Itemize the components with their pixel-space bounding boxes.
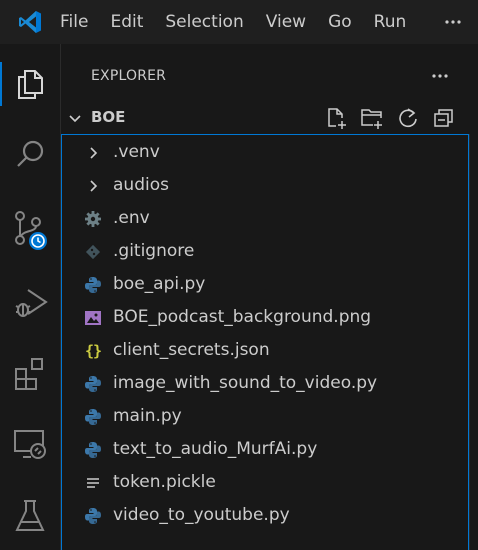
activity-explorer[interactable] [0, 56, 60, 112]
extensions-icon [15, 358, 43, 390]
refresh-button[interactable] [394, 104, 422, 132]
python-icon [84, 276, 102, 294]
explorer-sidebar: EXPLORER BOE .venv audios .env .gitignor… [61, 44, 478, 550]
tree-file-boe-api[interactable]: boe_api.py [62, 268, 468, 301]
python-icon [84, 441, 102, 459]
tree-item-label: main.py [113, 406, 182, 426]
menu-view[interactable]: View [255, 0, 317, 44]
tree-file-env[interactable]: .env [62, 202, 468, 235]
tree-item-label: client_secrets.json [113, 340, 270, 360]
tree-item-label: .env [113, 208, 150, 228]
refresh-icon [399, 108, 417, 128]
folder-header[interactable]: BOE [61, 104, 478, 132]
activity-bar [0, 44, 61, 550]
tree-item-label: .venv [113, 142, 160, 162]
activity-source-control[interactable] [0, 200, 60, 256]
ellipsis-icon [445, 20, 461, 24]
vscode-logo-icon [0, 0, 60, 44]
explorer-more-button[interactable] [426, 62, 454, 90]
collapse-all-button[interactable] [430, 104, 458, 132]
text-file-icon [84, 474, 102, 492]
tree-file-gitignore[interactable]: .gitignore [62, 235, 468, 268]
tree-item-label: boe_api.py [113, 274, 206, 294]
activity-testing[interactable] [0, 488, 60, 544]
menu-file[interactable]: File [60, 0, 99, 44]
new-folder-icon [361, 109, 382, 129]
menu-selection[interactable]: Selection [154, 0, 254, 44]
python-icon [84, 507, 102, 525]
beaker-icon [15, 500, 45, 531]
menu-bar: File Edit Selection View Go Run [60, 0, 417, 44]
menu-edit[interactable]: Edit [99, 0, 154, 44]
activity-remote-explorer[interactable] [0, 416, 60, 472]
python-icon [84, 375, 102, 393]
tree-item-label: BOE_podcast_background.png [113, 307, 372, 327]
collapse-all-icon [434, 109, 453, 127]
json-icon: {} [84, 342, 102, 360]
tree-file-main[interactable]: main.py [62, 400, 468, 433]
tree-folder-venv[interactable]: .venv [62, 136, 468, 169]
ellipsis-icon [432, 74, 448, 78]
explorer-header: EXPLORER [61, 62, 478, 90]
title-bar: File Edit Selection View Go Run [0, 0, 478, 44]
tree-item-label: token.pickle [113, 472, 216, 492]
image-icon [84, 309, 102, 327]
chevron-right-icon [84, 177, 102, 195]
tree-file-token-pickle[interactable]: token.pickle [62, 466, 468, 499]
activity-search[interactable] [0, 126, 60, 182]
folder-name: BOE [91, 108, 126, 126]
activity-extensions[interactable] [0, 346, 60, 402]
menu-go[interactable]: Go [317, 0, 363, 44]
new-folder-button[interactable] [358, 104, 386, 132]
git-icon [84, 243, 102, 261]
tree-item-label: text_to_audio_MurfAi.py [113, 439, 318, 459]
menu-run[interactable]: Run [363, 0, 418, 44]
sidebar-scroll-edge [469, 134, 470, 550]
file-tree: .venv audios .env .gitignore boe_api.py … [61, 134, 469, 550]
gear-icon [84, 210, 102, 228]
run-debug-icon [15, 289, 48, 317]
tree-item-label: image_with_sound_to_video.py [113, 373, 378, 393]
new-file-button[interactable] [322, 104, 350, 132]
tree-item-label: video_to_youtube.py [113, 505, 290, 525]
search-icon [17, 140, 44, 167]
menu-more-button[interactable] [440, 0, 466, 44]
tree-folder-audios[interactable]: audios [62, 169, 468, 202]
tree-item-label: audios [113, 175, 169, 195]
tree-item-label: .gitignore [113, 241, 195, 261]
files-icon [18, 70, 43, 99]
new-file-icon [328, 108, 346, 129]
tree-file-video-to-youtube[interactable]: video_to_youtube.py [62, 499, 468, 532]
chevron-down-icon [69, 115, 81, 123]
tree-file-text-to-audio[interactable]: text_to_audio_MurfAi.py [62, 433, 468, 466]
remote-explorer-icon [14, 430, 46, 459]
folder-actions [322, 104, 458, 132]
tree-file-podcast-background[interactable]: BOE_podcast_background.png [62, 301, 468, 334]
tree-file-image-with-sound[interactable]: image_with_sound_to_video.py [62, 367, 468, 400]
tree-file-client-secrets[interactable]: {} client_secrets.json [62, 334, 468, 367]
python-icon [84, 408, 102, 426]
chevron-right-icon [84, 144, 102, 162]
clock-icon [27, 230, 49, 252]
explorer-title: EXPLORER [91, 68, 167, 84]
activity-run-debug[interactable] [0, 274, 60, 330]
